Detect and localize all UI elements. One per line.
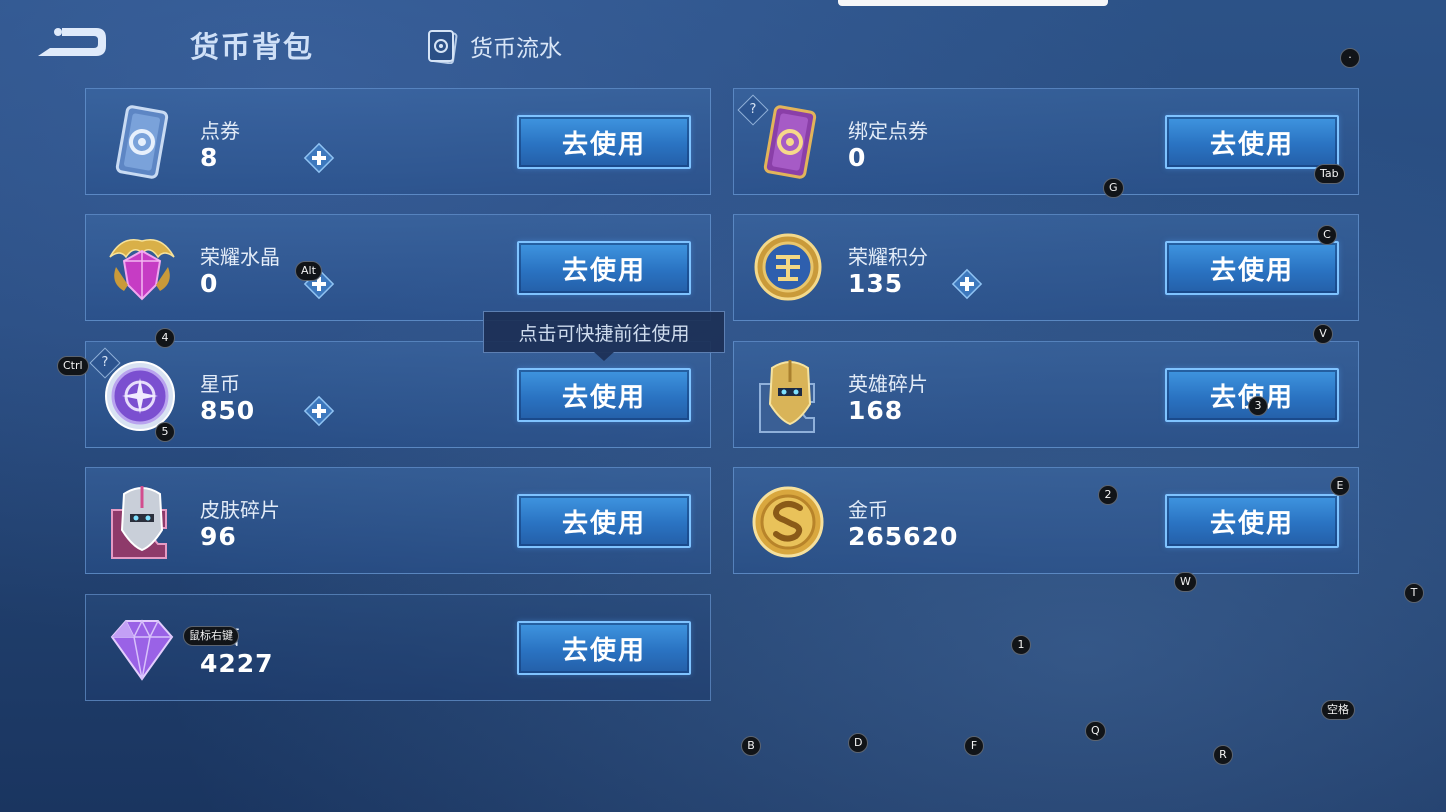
use-button[interactable]: 去使用 (517, 115, 691, 169)
ticket-blue-icon (102, 101, 182, 183)
use-button[interactable]: 去使用 (1165, 241, 1339, 295)
back-button[interactable] (36, 24, 110, 64)
tooltip-arrow (594, 352, 614, 361)
quick-use-tooltip: 点击可快捷前往使用 (483, 311, 725, 353)
key-hint-alt: Alt (295, 261, 322, 281)
currency-amount: 135 (848, 269, 904, 298)
use-button[interactable]: 去使用 (1165, 494, 1339, 548)
currency-card-diamond: 钻石 4227 去使用 (85, 594, 711, 701)
ticket-purple-icon (750, 101, 830, 183)
key-hint-w: W (1174, 572, 1197, 592)
currency-card-skin-shard: 皮肤碎片 96 去使用 (85, 467, 711, 574)
currency-name: 荣耀水晶 (200, 245, 280, 269)
key-hint-f: F (964, 736, 984, 756)
key-hint-tab: Tab (1314, 164, 1345, 184)
tab-currency-flow[interactable]: 货币流水 (424, 27, 562, 65)
key-hint-b: B (741, 736, 761, 756)
key-hint-ctrl: Ctrl (57, 356, 89, 376)
diamond-icon (102, 607, 182, 689)
currency-name: 荣耀积分 (848, 245, 928, 269)
currency-amount: 8 (200, 143, 219, 172)
currency-amount: 0 (848, 143, 867, 172)
key-hint-v: V (1313, 324, 1333, 344)
currency-name: 绑定点券 (848, 119, 928, 143)
key-hint-dot: · (1340, 48, 1360, 68)
key-hint-r: R (1213, 745, 1233, 765)
key-hint-mouse-right: 鼠标右键 (183, 626, 239, 646)
currency-card-glory-crystal: 荣耀水晶 0 去使用 (85, 214, 711, 321)
key-hint-2: 2 (1098, 485, 1118, 505)
key-hint-c: C (1317, 225, 1337, 245)
key-hint-5: 5 (155, 422, 175, 442)
key-hint-g: G (1103, 178, 1124, 198)
currency-amount: 4227 (200, 649, 274, 678)
currency-name: 点券 (200, 119, 240, 143)
points-medal-icon (750, 227, 830, 309)
crystal-icon (102, 227, 182, 309)
key-hint-4: 4 (155, 328, 175, 348)
currency-name: 星币 (200, 372, 240, 396)
key-hint-d: D (848, 733, 869, 753)
key-hint-1: 1 (1011, 635, 1031, 655)
gold-coin-icon (750, 480, 830, 562)
currency-card-bound-voucher: ? 绑定点券 0 去使用 (733, 88, 1359, 195)
key-hint-q: Q (1085, 721, 1106, 741)
use-button[interactable]: 去使用 (517, 368, 691, 422)
currency-amount: 168 (848, 396, 904, 425)
page-title: 货币背包 (190, 30, 315, 64)
key-hint-3: 3 (1248, 396, 1268, 416)
add-star-coin-icon[interactable] (302, 394, 336, 428)
currency-card-star-coin: ? 星币 850 去使用 (85, 341, 711, 448)
tab-currency-flow-label: 货币流水 (470, 36, 562, 62)
key-hint-e: E (1330, 476, 1350, 496)
currency-card-glory-points: 荣耀积分 135 去使用 (733, 214, 1359, 321)
currency-name: 皮肤碎片 (200, 498, 280, 522)
use-button[interactable]: 去使用 (517, 621, 691, 675)
key-hint-t: T (1404, 583, 1424, 603)
currency-amount: 96 (200, 522, 237, 551)
currency-amount: 0 (200, 269, 219, 298)
use-button[interactable]: 去使用 (517, 241, 691, 295)
currency-amount: 850 (200, 396, 256, 425)
currency-card-voucher: 点券 8 去使用 (85, 88, 711, 195)
currency-card-hero-shard: 英雄碎片 168 去使用 (733, 341, 1359, 448)
currency-name: 金币 (848, 498, 888, 522)
use-button[interactable]: 去使用 (1165, 115, 1339, 169)
header: 货币背包 货币流水 (0, 0, 1446, 88)
add-points-icon[interactable] (950, 267, 984, 301)
use-button[interactable]: 去使用 (517, 494, 691, 548)
add-voucher-icon[interactable] (302, 141, 336, 175)
currency-name: 英雄碎片 (848, 372, 928, 396)
hero-shard-icon (750, 354, 830, 436)
skin-shard-icon (102, 480, 182, 562)
currency-card-gold: 金币 265620 去使用 (733, 467, 1359, 574)
back-arrow-icon (38, 28, 106, 56)
currency-amount: 265620 (848, 522, 959, 551)
key-hint-space: 空格 (1321, 700, 1355, 720)
currency-flow-icon (428, 29, 458, 64)
